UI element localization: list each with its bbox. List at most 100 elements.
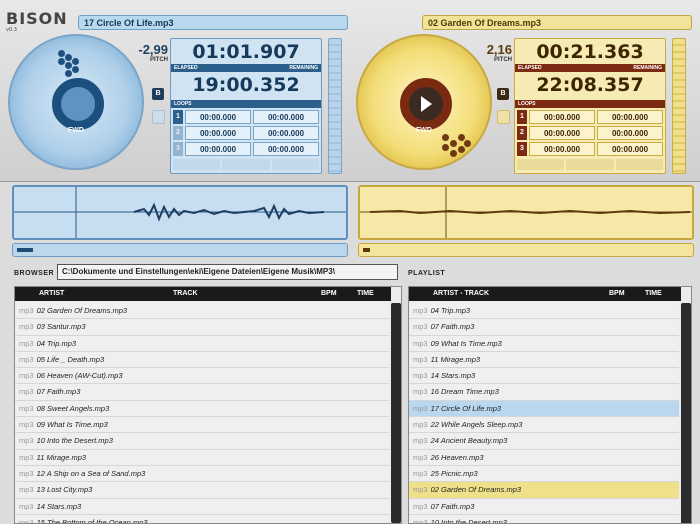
deck-a-loop-buttons [173, 159, 319, 170]
column-artist[interactable]: ARTIST [39, 290, 64, 297]
list-item[interactable]: mp3 10 Into the Desert.mp3 [409, 514, 679, 523]
track-filename: 07 Faith.mp3 [430, 501, 475, 511]
loop-button[interactable] [615, 159, 663, 170]
deck-b-waveform[interactable] [358, 185, 694, 240]
list-item[interactable]: mp3 07 Faith.mp3 [409, 498, 679, 515]
file-type-label: mp3 [19, 517, 34, 524]
list-item[interactable]: mp3 12 A Ship on a Sea of Sand.mp3 [15, 465, 389, 483]
list-item[interactable]: mp3 14 Stars.mp3 [409, 368, 679, 385]
platter-dot [65, 54, 72, 61]
list-item[interactable]: mp3 25 Picnic.mp3 [409, 465, 679, 483]
list-item[interactable]: mp3 04 Trip.mp3 [15, 335, 389, 352]
platter-dot [458, 146, 465, 153]
deck-b-b-button[interactable]: B [497, 88, 509, 100]
file-type-label: mp3 [413, 452, 428, 462]
column-bpm[interactable]: BPM [321, 290, 337, 297]
deck-b-remaining-time: 22:08.357 [536, 74, 644, 96]
deck-b-loop-row[interactable]: 1 00:00.000 00:00.000 [517, 110, 663, 125]
deck-a-remaining-time: 19:00.352 [192, 74, 300, 96]
track-filename: 16 Dream Time.mp3 [430, 387, 499, 397]
list-item[interactable]: mp3 09 What Is Time.mp3 [15, 417, 389, 434]
track-filename: 04 Trip.mp3 [36, 338, 77, 348]
loop-button[interactable] [566, 159, 614, 170]
list-item[interactable]: mp3 02 Garden Of Dreams.mp3 [15, 303, 389, 320]
loop-button[interactable] [222, 159, 270, 170]
list-item[interactable]: mp3 04 Trip.mp3 [409, 303, 679, 320]
play-icon[interactable] [421, 96, 432, 112]
list-item[interactable]: mp3 26 Heaven.mp3 [409, 449, 679, 466]
deck-b-loop-row[interactable]: 3 00:00.000 00:00.000 [517, 142, 663, 157]
column-bpm[interactable]: BPM [609, 290, 625, 297]
file-type-label: mp3 [19, 338, 34, 348]
track-filename: 13 Lost City.mp3 [36, 485, 93, 495]
list-item[interactable]: mp3 14 Stars.mp3 [15, 498, 389, 515]
list-item[interactable]: mp3 02 Garden Of Dreams.mp3 [409, 482, 679, 499]
deck-b-progress-fill [363, 248, 370, 252]
list-item[interactable]: mp3 16 Dream Time.mp3 [409, 384, 679, 401]
deck-b-side-button[interactable] [497, 110, 510, 124]
deck-b-pitch-slider[interactable] [672, 38, 686, 174]
browser-header: ARTIST TRACK BPM TIME [15, 287, 391, 301]
list-item[interactable]: mp3 03 Santur.mp3 [15, 319, 389, 336]
playlist-scrollbar[interactable] [681, 303, 691, 523]
list-item[interactable]: mp3 09 What Is Time.mp3 [409, 335, 679, 352]
list-item[interactable]: mp3 08 Sweet Angels.mp3 [15, 400, 389, 418]
list-item[interactable]: mp3 05 Life _ Death.mp3 [15, 351, 389, 369]
list-item[interactable]: mp3 06 Heaven (AW-Cut).mp3 [15, 368, 389, 385]
list-item[interactable]: mp3 22 While Angels Sleep.mp3 [409, 417, 679, 434]
deck-a-loops-header: LOOPS [171, 100, 321, 108]
track-filename: 04 Trip.mp3 [430, 306, 471, 315]
file-type-label: mp3 [19, 387, 34, 397]
list-item[interactable]: mp3 07 Faith.mp3 [409, 319, 679, 336]
deck-b-track-progress[interactable] [358, 243, 694, 257]
file-type-label: mp3 [19, 354, 34, 364]
browser-scrollbar[interactable] [391, 303, 401, 523]
deck-a-pitch-slider[interactable] [328, 38, 342, 174]
track-filename: 09 What Is Time.mp3 [430, 338, 502, 348]
list-item[interactable]: mp3 24 Ancient Beauty.mp3 [409, 433, 679, 450]
track-filename: 14 Stars.mp3 [36, 501, 82, 511]
deck-a-loop-row[interactable]: 1 00:00.000 00:00.000 [173, 110, 319, 125]
deck-b-fwd-label: FWD [416, 127, 432, 134]
file-type-label: mp3 [413, 501, 428, 511]
deck-b-time-panel: 00:21.363 ELAPSED REMAINING 22:08.357 LOO… [514, 38, 666, 174]
list-item[interactable]: mp3 10 Into the Desert.mp3 [15, 433, 389, 450]
column-track[interactable]: TRACK [173, 290, 198, 297]
deck-a-loop-row[interactable]: 2 00:00.000 00:00.000 [173, 126, 319, 141]
loop-button[interactable] [271, 159, 319, 170]
column-time[interactable]: TIME [357, 290, 374, 297]
column-time[interactable]: TIME [645, 290, 662, 297]
list-item[interactable]: mp3 17 Circle Of Life.mp3 [409, 400, 679, 418]
list-item[interactable]: mp3 07 Faith.mp3 [15, 384, 389, 401]
loop-button[interactable] [517, 159, 565, 170]
deck-a-title: 17 Circle Of Life.mp3 [78, 15, 348, 30]
track-filename: 26 Heaven.mp3 [430, 452, 484, 462]
deck-b-loop-buttons [517, 159, 663, 170]
deck-a-loop-row[interactable]: 3 00:00.000 00:00.000 [173, 142, 319, 157]
platter-dot [72, 58, 79, 65]
deck-a-b-button[interactable]: B [152, 88, 164, 100]
list-item[interactable]: mp3 11 Mirage.mp3 [15, 449, 389, 466]
track-filename: 05 Life _ Death.mp3 [36, 354, 105, 364]
list-item[interactable]: mp3 13 Lost City.mp3 [15, 482, 389, 499]
track-filename: 11 Mirage.mp3 [36, 452, 87, 462]
deck-b-loop-row[interactable]: 2 00:00.000 00:00.000 [517, 126, 663, 141]
deck-a-track-progress[interactable] [12, 243, 348, 257]
decks-area: BISON v0.3 17 Circle Of Life.mp3 02 Garde… [0, 0, 700, 182]
file-type-label: mp3 [413, 436, 428, 446]
file-type-label: mp3 [413, 468, 428, 478]
deck-a-side-button[interactable] [152, 110, 165, 124]
file-type-label: mp3 [19, 322, 34, 332]
list-item[interactable]: mp3 11 Mirage.mp3 [409, 351, 679, 369]
deck-a-waveform[interactable] [12, 185, 348, 240]
loop-button[interactable] [173, 159, 221, 170]
column-artist-track[interactable]: ARTIST - TRACK [433, 290, 489, 297]
list-item[interactable]: mp3 15 The Bottom of the Ocean.mp3 [15, 514, 389, 524]
deck-a-progress-fill [17, 248, 34, 252]
file-type-label: mp3 [19, 468, 34, 478]
deck-b-elapsed-time: 00:21.363 [536, 41, 644, 63]
deck-a-time-panel: 01:01.907 ELAPSED REMAINING 19:00.352 LOO… [170, 38, 322, 174]
track-filename: 17 Circle Of Life.mp3 [430, 403, 502, 413]
playlist-list: ARTIST - TRACK BPM TIME mp3 04 Trip.mp3 mp… [408, 286, 692, 524]
browser-path-field[interactable]: C:\Dokumente und Einstellungen\eki\Eigen… [57, 264, 398, 280]
